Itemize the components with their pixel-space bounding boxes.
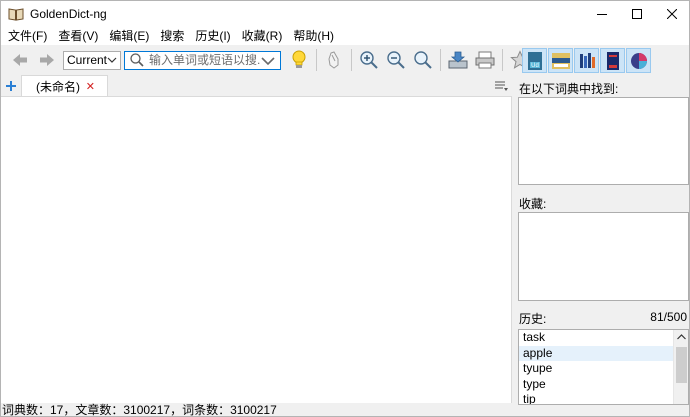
chevron-down-icon — [107, 57, 117, 63]
found-in-dictionaries-list[interactable] — [518, 97, 689, 185]
dictionary-button-1[interactable]: Ud — [522, 48, 547, 73]
group-select-value: Current — [67, 53, 108, 67]
dictionary-button-4[interactable] — [600, 48, 625, 73]
history-count: 81/500 — [650, 310, 687, 324]
printer-icon — [475, 51, 495, 69]
dictionary-4-icon — [606, 51, 619, 70]
zoom-out-icon — [387, 51, 405, 69]
menu-bar: 文件(F) 查看(V) 编辑(E) 搜索 历史(I) 收藏(R) 帮助(H) — [1, 27, 689, 45]
zoom-in-icon — [360, 51, 378, 69]
tab-bar: (未命名) ✕ — [1, 75, 512, 96]
dictionary-button-2[interactable] — [548, 48, 573, 73]
tab-untitled[interactable]: (未命名) ✕ — [21, 75, 108, 96]
dictionary-2-icon — [551, 52, 570, 69]
chevron-up-icon — [677, 334, 686, 340]
history-item[interactable]: task — [519, 330, 688, 346]
tab-list-button[interactable] — [495, 80, 509, 95]
menu-file[interactable]: 文件(F) — [4, 27, 51, 45]
history-scrollbar[interactable] — [673, 330, 688, 404]
save-article-button[interactable] — [445, 47, 471, 73]
menu-edit[interactable]: 编辑(E) — [105, 27, 153, 45]
history-item[interactable]: type — [519, 377, 688, 393]
tab-close-icon[interactable]: ✕ — [86, 80, 95, 93]
forward-button[interactable] — [34, 47, 60, 73]
zoom-out-button[interactable] — [383, 47, 409, 73]
maximize-button[interactable] — [619, 1, 654, 27]
maximize-icon — [631, 9, 642, 19]
dictionary-1-icon: Ud — [527, 51, 542, 70]
menu-view[interactable]: 查看(V) — [54, 27, 102, 45]
history-dropdown-icon[interactable] — [261, 56, 275, 66]
favorites-title: 收藏: — [519, 197, 547, 211]
hand-icon — [328, 51, 339, 69]
toolbar: Current 输入单词或短语以搜... Ud — [1, 45, 689, 75]
menu-search[interactable]: 搜索 — [156, 27, 188, 45]
minimize-button[interactable] — [584, 1, 619, 27]
search-icon — [130, 53, 144, 67]
zoom-reset-icon — [414, 51, 432, 69]
menu-help[interactable]: 帮助(H) — [289, 27, 338, 45]
save-icon — [448, 51, 468, 69]
book-icon — [8, 7, 24, 21]
scroll-thumb[interactable] — [676, 347, 687, 383]
dictionary-button-5[interactable] — [626, 48, 651, 73]
toolbar-separator — [502, 49, 503, 71]
favorites-list[interactable] — [518, 212, 689, 301]
toolbar-separator — [440, 49, 441, 71]
window-title: GoldenDict-ng — [30, 7, 107, 21]
menu-favorites[interactable]: 收藏(R) — [238, 27, 287, 45]
status-bar: 词典数：17，文章数：3100217，词条数：3100217 — [2, 403, 277, 417]
tab-label: (未命名) — [36, 79, 80, 94]
history-item[interactable]: tyupe — [519, 361, 688, 377]
svg-text:Ud: Ud — [531, 63, 539, 69]
side-panels: 在以下词典中找到: 收藏: 历史: 81/500 task apple tyup… — [514, 75, 689, 405]
group-select[interactable]: Current — [63, 50, 121, 70]
scroll-up-button[interactable] — [674, 330, 688, 344]
print-button[interactable] — [472, 47, 498, 73]
found-in-dictionaries-title: 在以下词典中找到: — [519, 82, 619, 96]
toolbar-separator — [351, 49, 352, 71]
search-input[interactable] — [149, 52, 261, 68]
zoom-in-button[interactable] — [356, 47, 382, 73]
back-button[interactable] — [7, 47, 33, 73]
title-bar: GoldenDict-ng — [1, 1, 689, 27]
menu-history[interactable]: 历史(I) — [191, 27, 234, 45]
new-tab-button[interactable] — [1, 75, 21, 96]
tab-list-icon — [495, 81, 508, 91]
history-list[interactable]: task apple tyupe type tip we — [518, 329, 689, 405]
history-item-selected[interactable]: apple — [519, 345, 688, 361]
lightbulb-icon — [292, 50, 306, 68]
scan-popup-button[interactable] — [286, 47, 312, 73]
arrow-right-icon — [40, 54, 54, 66]
close-icon — [666, 9, 677, 19]
close-button[interactable] — [654, 1, 689, 27]
dictionary-5-icon — [630, 52, 647, 69]
window-controls — [584, 1, 689, 27]
minimize-icon — [596, 14, 607, 15]
plus-icon — [6, 80, 16, 91]
dictionary-button-3[interactable] — [574, 48, 599, 73]
article-view[interactable] — [1, 96, 512, 403]
toolbar-separator — [316, 49, 317, 71]
arrow-left-icon — [13, 54, 27, 66]
history-title: 历史: — [519, 312, 547, 326]
dictionary-3-icon — [579, 52, 595, 68]
zoom-reset-button[interactable] — [410, 47, 436, 73]
pronounce-button[interactable] — [321, 47, 347, 73]
search-box[interactable] — [124, 50, 281, 70]
main-window: GoldenDict-ng 文件(F) 查看(V) 编辑(E) 搜索 历史(I)… — [0, 0, 690, 417]
dictionary-bar: Ud — [518, 47, 658, 74]
